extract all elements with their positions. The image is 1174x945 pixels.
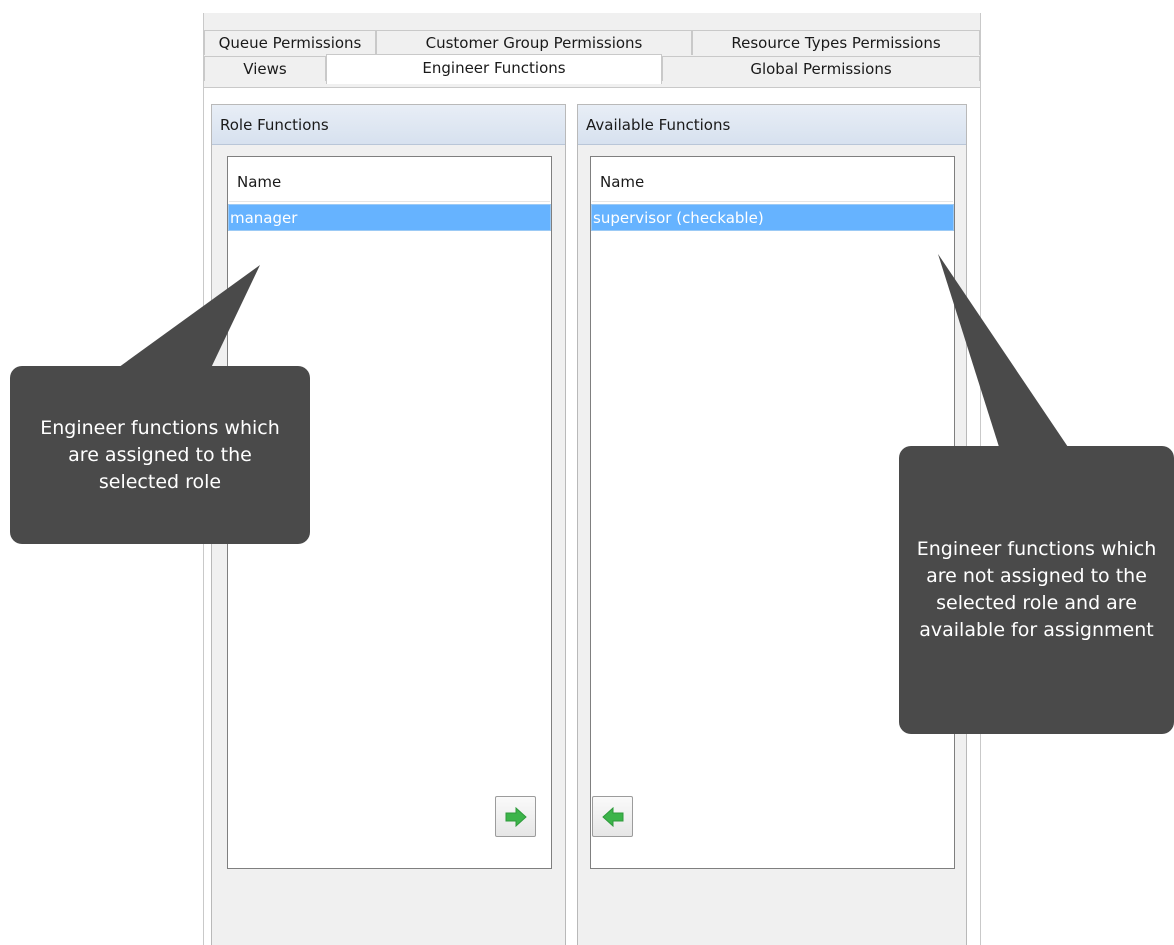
left-callout: Engineer functions which are assigned to…: [10, 366, 310, 544]
right-callout-pointer: [938, 254, 1070, 450]
right-callout: Engineer functions which are not assigne…: [899, 446, 1174, 734]
tab-engineer-functions[interactable]: Engineer Functions: [326, 54, 662, 84]
left-callout-text: Engineer functions which are assigned to…: [40, 416, 280, 493]
left-callout-pointer: [115, 265, 260, 370]
right-callout-text: Engineer functions which are not assigne…: [916, 538, 1157, 641]
